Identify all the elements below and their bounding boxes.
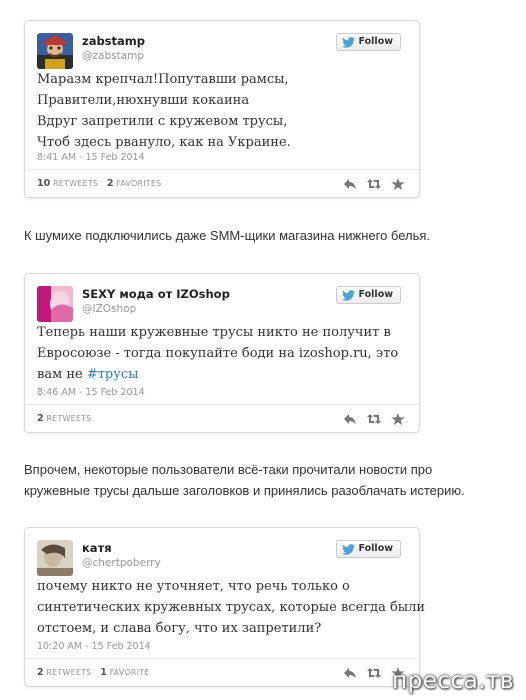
author-handle[interactable]: @chertpoberry [82, 557, 161, 569]
favorites-label: FAVORITES [116, 179, 162, 188]
tweet-actions [343, 177, 405, 190]
retweets-label: RETWEETS [52, 179, 99, 188]
tweet-text-line: вам не #трусы [37, 364, 409, 385]
retweets-count: 2 [37, 413, 44, 424]
retweet-icon[interactable] [367, 666, 381, 678]
follow-label: Follow [358, 36, 393, 47]
favorites-count: 2 [106, 178, 114, 189]
author-name[interactable]: катя [82, 541, 112, 555]
tweet-text-line: Теперь наши кружевные трусы никто не пол… [37, 325, 391, 340]
tweet-text-line: Евросоюзе - тогда покупайте боди на izos… [37, 346, 399, 361]
divider [25, 658, 419, 659]
favorites-stat[interactable]: 2 FAVORITES [106, 178, 162, 189]
tweet-text-fragment: вам не [37, 367, 87, 382]
tweet-text: почему никто не уточняет, что речь тольк… [37, 576, 426, 639]
author-name[interactable]: zabstamp [82, 34, 145, 48]
tweet-timestamp[interactable]: 8:46 AM - 15 Feb 2014 [37, 387, 145, 398]
retweets-label: RETWEETS [46, 414, 92, 423]
star-icon[interactable] [391, 412, 405, 425]
tweet-timestamp[interactable]: 10:20 AM - 15 Feb 2014 [37, 641, 151, 652]
author-handle[interactable]: @IZOshop [82, 303, 136, 315]
follow-button[interactable]: Follow [335, 540, 401, 558]
follow-label: Follow [358, 543, 393, 554]
tweet-card-chertpoberry: катя @chertpoberry Follow почему никто н… [24, 527, 426, 687]
reply-icon[interactable] [343, 177, 357, 189]
tweet-actions [343, 412, 405, 425]
tweet-text: Теперь наши кружевные трусы никто не пол… [37, 322, 409, 385]
retweet-icon[interactable] [367, 412, 381, 424]
hashtag-link[interactable]: #трусы [87, 367, 139, 382]
twitter-bird-icon [341, 543, 355, 555]
author-name[interactable]: SEXY мода от IZOshop [82, 287, 230, 301]
retweets-stat[interactable]: 2 RETWEETS [37, 667, 92, 678]
reply-icon[interactable] [343, 666, 357, 678]
tweet-timestamp[interactable]: 8:41 AM - 15 Feb 2014 [37, 152, 145, 163]
star-icon[interactable] [391, 177, 405, 190]
retweets-stat[interactable]: 2 RETWEETS [37, 413, 92, 424]
twitter-bird-icon [341, 289, 355, 301]
follow-button[interactable]: Follow [335, 286, 401, 304]
tweet-card-izoshop: SEXY мода от IZOshop @IZOshop Follow Теп… [24, 273, 420, 433]
article-paragraph-line: Впрочем, некоторые пользователи всё-таки… [24, 462, 433, 477]
retweets-count: 2 [37, 667, 44, 678]
avatar[interactable] [37, 286, 73, 322]
retweets-label: RETWEETS [46, 668, 92, 677]
article-paragraph: К шумихе подключились даже SMM-щики мага… [24, 228, 431, 243]
retweets-count: 10 [37, 178, 51, 189]
article-paragraph: Впрочем, некоторые пользователи всё-таки… [24, 459, 504, 501]
divider [25, 404, 419, 405]
tweet-text-line: Чтоб здесь рвануло, как на Украине. [37, 135, 291, 150]
twitter-bird-icon [341, 36, 355, 48]
tweet-stats: 10 RETWEETS 2 FAVORITES [37, 178, 167, 189]
follow-label: Follow [358, 289, 393, 300]
tweet-text-line: отстоем, и слава богу, что их запретили? [37, 621, 322, 636]
tweet-text-line: Правители,нюхнувши кокаина [37, 93, 250, 108]
tweet-text: Маразм крепчал!Попутавши рамсы, Правител… [37, 69, 409, 153]
tweet-text-line: синтетических кружевных трусах, которые … [37, 600, 426, 615]
article-paragraph-line: кружевные трусы дальше заголовков и прин… [24, 483, 465, 498]
reply-icon[interactable] [343, 412, 357, 424]
author-handle[interactable]: @zabstamp [82, 50, 144, 62]
retweet-icon[interactable] [367, 177, 381, 189]
tweet-text-line: почему никто не уточняет, что речь тольк… [37, 579, 350, 594]
site-watermark: пресса.тв [392, 668, 514, 694]
favorites-stat[interactable]: 1 FAVORITE [100, 667, 150, 678]
tweet-text-line: Вдруг запретили с кружевом трусы, [37, 114, 288, 129]
tweet-stats: 2 RETWEETS 1 FAVORITE [37, 667, 156, 678]
avatar[interactable] [37, 540, 73, 576]
favorites-label: FAVORITE [109, 668, 150, 677]
tweet-text-line: Маразм крепчал!Попутавши рамсы, [37, 72, 289, 87]
tweet-card-zabstamp: zabstamp @zabstamp Follow Маразм крепчал… [24, 20, 420, 198]
favorites-count: 1 [100, 667, 107, 678]
tweet-stats: 2 RETWEETS [37, 413, 97, 424]
divider [25, 169, 419, 170]
retweets-stat[interactable]: 10 RETWEETS [37, 178, 99, 189]
follow-button[interactable]: Follow [335, 33, 401, 51]
avatar[interactable] [37, 33, 73, 69]
